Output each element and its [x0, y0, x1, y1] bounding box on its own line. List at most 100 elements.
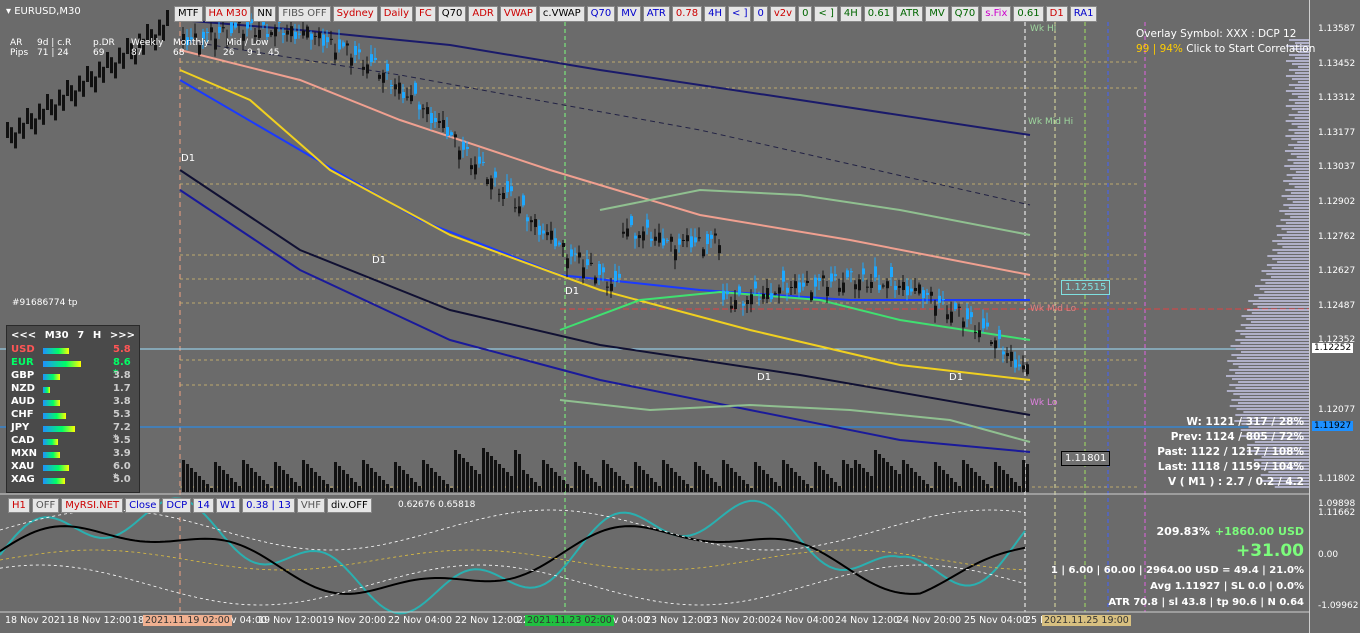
candle-body	[918, 284, 921, 294]
candle-body	[30, 113, 33, 130]
osc-toolbar-button-1[interactable]: OFF	[31, 498, 60, 513]
volume-bar	[990, 488, 993, 492]
candle-body	[118, 47, 121, 64]
toolbar-button-1[interactable]: HA M30	[204, 6, 252, 22]
toolbar-button-26[interactable]: s.Fix	[981, 6, 1012, 22]
header-stat-value-8: 45	[268, 48, 280, 58]
toolbar-button-15[interactable]: 4H	[704, 6, 727, 22]
toolbar-button-14[interactable]: 0.78	[671, 6, 703, 22]
osc-toolbar-button-7[interactable]: 0.38 | 13	[242, 498, 295, 513]
toolbar-button-23[interactable]: ATR	[896, 6, 924, 22]
toolbar-button-17[interactable]: 0	[753, 6, 768, 22]
toolbar-button-27[interactable]: 0.61	[1013, 6, 1044, 22]
strength-bar	[43, 478, 65, 484]
toolbar-button-25[interactable]: Q70	[950, 6, 980, 22]
candle-body	[602, 267, 605, 273]
toolbar-button-28[interactable]: D1	[1045, 6, 1068, 22]
volume-bar	[574, 462, 577, 492]
volume-bar	[710, 478, 713, 492]
strength-bar	[43, 452, 60, 458]
trade-info-0: 1 | 6.00 | 60.00 | 2964.00 USD = 49.4 | …	[1050, 565, 1304, 576]
candle-body	[22, 122, 25, 139]
correlation-text: Click to Start Correlation	[1186, 43, 1316, 55]
volume-bar	[726, 464, 729, 492]
volume-bar	[690, 488, 693, 492]
volume-bar	[786, 464, 789, 492]
toolbar-button-7[interactable]: Q70	[437, 6, 467, 22]
volume-bar	[778, 486, 781, 492]
volume-bar	[1006, 474, 1009, 492]
candle-body	[302, 30, 305, 36]
volume-bar	[758, 466, 761, 492]
strength-header-4[interactable]: >>>	[110, 330, 135, 341]
candle-body	[458, 150, 461, 160]
toolbar-button-4[interactable]: Sydney	[332, 6, 378, 22]
toolbar-button-2[interactable]: NN	[253, 6, 277, 22]
osc-toolbar-button-6[interactable]: W1	[215, 498, 241, 513]
toolbar-button-20[interactable]: < ]	[814, 6, 838, 22]
osc-toolbar-button-9[interactable]: div.OFF	[326, 498, 372, 513]
toolbar-button-21[interactable]: 4H	[839, 6, 862, 22]
candle-body	[350, 57, 353, 66]
toolbar-button-13[interactable]: ATR	[642, 6, 670, 22]
toolbar-button-16[interactable]: < ]	[728, 6, 752, 22]
volume-bar	[282, 470, 285, 492]
candle-body	[778, 287, 781, 294]
toolbar-button-9[interactable]: VWAP	[499, 6, 537, 22]
osc-toolbar-button-4[interactable]: DCP	[162, 498, 192, 513]
volume-bar	[942, 470, 945, 492]
volume-bar	[626, 484, 629, 492]
toolbar-button-19[interactable]: 0	[798, 6, 813, 22]
volume-bar	[714, 482, 717, 492]
candle-body	[526, 217, 529, 222]
range-stat-4: V ( M1 ) : 2.7 / 0.2 / 4.2	[1167, 476, 1304, 488]
toolbar-button-22[interactable]: 0.61	[863, 6, 895, 22]
toolbar-button-3[interactable]: FIBS OFF	[278, 6, 331, 22]
osc-toolbar-button-0[interactable]: H1	[8, 498, 30, 513]
price-chart[interactable]	[0, 0, 1360, 633]
candle-body	[126, 38, 129, 54]
volume-bar	[666, 464, 669, 492]
volume-bar	[590, 478, 593, 492]
toolbar-button-11[interactable]: Q70	[586, 6, 616, 22]
toolbar-button-24[interactable]: MV	[925, 6, 949, 22]
volume-bar	[306, 464, 309, 492]
toolbar-button-10[interactable]: c.VWAP	[538, 6, 585, 22]
osc-toolbar-button-8[interactable]: VHF	[296, 498, 325, 513]
volume-bar	[854, 460, 857, 492]
price-label-11: 1.12077	[1318, 404, 1356, 415]
volume-bar	[202, 480, 205, 492]
toolbar-button-6[interactable]: FC	[415, 6, 436, 22]
header-stat-value-5: 26	[223, 48, 235, 58]
toolbar-button-8[interactable]: ADR	[468, 6, 498, 22]
candle-body	[206, 32, 209, 34]
candle-body	[442, 120, 445, 129]
volume-bar	[930, 488, 933, 492]
volume-bar	[1026, 464, 1029, 492]
volume-bar	[266, 484, 269, 492]
candle-body	[802, 282, 805, 287]
volume-bar	[926, 484, 929, 492]
osc-toolbar-button-3[interactable]: Close	[125, 498, 161, 513]
candle-body	[830, 273, 833, 282]
toolbar-button-18[interactable]: v2v	[769, 6, 797, 22]
volume-bar	[890, 466, 893, 492]
toolbar-button-5[interactable]: Daily	[379, 6, 414, 22]
candle-body	[666, 240, 669, 242]
candle-body	[274, 27, 277, 37]
osc-toolbar-button-2[interactable]: MyRSI.NET	[61, 498, 124, 513]
correlation-link[interactable]: 99 | 94% Click to Start Correlation	[1136, 43, 1315, 55]
symbol-label: ▾ EURUSD,M30	[6, 6, 81, 17]
candle-body	[254, 35, 257, 38]
strength-header-0[interactable]: <<<	[11, 330, 36, 341]
volume-bar	[466, 462, 469, 492]
toolbar-button-12[interactable]: MV	[617, 6, 641, 22]
toolbar-button-29[interactable]: RA1	[1069, 6, 1098, 22]
volume-bar	[558, 476, 561, 492]
volume-bar	[830, 478, 833, 492]
osc-toolbar-button-5[interactable]: 14	[193, 498, 214, 513]
candle-body	[494, 171, 497, 178]
volume-bar	[206, 484, 209, 492]
toolbar-button-0[interactable]: MTF	[174, 6, 203, 22]
candle-body	[482, 161, 485, 163]
